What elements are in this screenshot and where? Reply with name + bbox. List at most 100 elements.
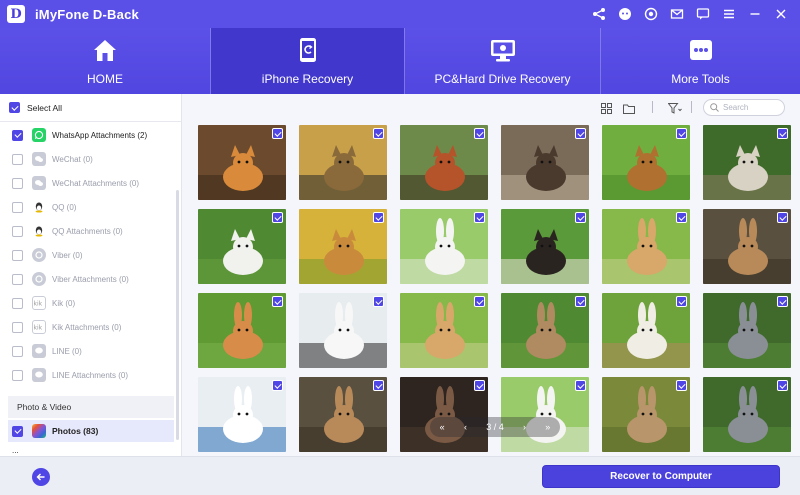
photo-thumbnail[interactable]: [501, 125, 589, 200]
item-checkbox[interactable]: [12, 369, 23, 381]
target-icon[interactable]: [640, 3, 662, 25]
sidebar-item-kik[interactable]: kik Kik (0): [0, 291, 174, 315]
photo-checkbox[interactable]: [373, 380, 384, 391]
photo-thumbnail[interactable]: [198, 293, 286, 368]
photo-checkbox[interactable]: [272, 128, 283, 139]
photo-checkbox[interactable]: [676, 296, 687, 307]
item-checkbox[interactable]: [12, 201, 23, 213]
sidebar-item-qq[interactable]: QQ (0): [0, 195, 174, 219]
close-icon[interactable]: [770, 3, 792, 25]
minimize-icon[interactable]: [744, 3, 766, 25]
photo-thumbnail[interactable]: [299, 125, 387, 200]
photo-checkbox[interactable]: [272, 380, 283, 391]
photo-thumbnail[interactable]: [198, 125, 286, 200]
select-all-checkbox[interactable]: Select All: [9, 102, 62, 113]
item-checkbox[interactable]: [12, 249, 23, 261]
mail-icon[interactable]: [666, 3, 688, 25]
photo-thumbnail[interactable]: [198, 209, 286, 284]
item-checkbox[interactable]: [12, 297, 23, 309]
filter-icon[interactable]: [668, 101, 682, 115]
photo-checkbox[interactable]: [575, 212, 586, 223]
photo-thumbnail[interactable]: [703, 125, 791, 200]
photo-checkbox[interactable]: [676, 380, 687, 391]
photo-thumbnail[interactable]: [602, 209, 690, 284]
photo-checkbox[interactable]: [474, 296, 485, 307]
photo-checkbox[interactable]: [575, 128, 586, 139]
photo-thumbnail[interactable]: [400, 293, 488, 368]
tab-home[interactable]: HOME: [0, 28, 210, 94]
item-checkbox[interactable]: [12, 345, 23, 357]
item-checkbox[interactable]: [12, 321, 23, 333]
photo-checkbox[interactable]: [777, 296, 788, 307]
item-checkbox[interactable]: [12, 129, 23, 141]
item-checkbox[interactable]: [12, 225, 23, 237]
item-checkbox[interactable]: [12, 153, 23, 165]
photo-checkbox[interactable]: [575, 380, 586, 391]
sidebar-item-label: Kik (0): [52, 298, 76, 308]
photo-checkbox[interactable]: [272, 212, 283, 223]
photo-thumbnail[interactable]: [501, 377, 589, 452]
photo-thumbnail[interactable]: [299, 209, 387, 284]
item-checkbox[interactable]: [12, 177, 23, 189]
photo-checkbox[interactable]: [777, 128, 788, 139]
photo-thumbnail[interactable]: [299, 293, 387, 368]
folder-icon[interactable]: [622, 101, 636, 115]
photo-thumbnail[interactable]: [400, 377, 488, 452]
sidebar-item-qq-attachments[interactable]: QQ Attachments (0): [0, 219, 174, 243]
photo-checkbox[interactable]: [676, 212, 687, 223]
tab-iphone-recovery[interactable]: iPhone Recovery: [211, 28, 404, 94]
sidebar-item-wechat-attachments[interactable]: WeChat Attachments (0): [0, 171, 174, 195]
sidebar-item-viber[interactable]: Viber (0): [0, 243, 174, 267]
photo-thumbnail[interactable]: [198, 377, 286, 452]
photo-checkbox[interactable]: [575, 296, 586, 307]
tab-pc-hard-drive-recovery[interactable]: PC&Hard Drive Recovery: [405, 28, 600, 94]
photo-thumbnail[interactable]: [602, 293, 690, 368]
search-input[interactable]: [723, 103, 779, 112]
sidebar-item-line-attachments[interactable]: LINE Attachments (0): [0, 363, 174, 387]
photo-checkbox[interactable]: [474, 128, 485, 139]
photo-thumbnail[interactable]: [299, 377, 387, 452]
photo-checkbox[interactable]: [474, 212, 485, 223]
photo-thumbnail[interactable]: [400, 209, 488, 284]
item-checkbox[interactable]: [12, 273, 23, 285]
photo-thumbnail[interactable]: [501, 209, 589, 284]
sidebar-item-wechat[interactable]: WeChat (0): [0, 147, 174, 171]
item-checkbox[interactable]: [12, 425, 23, 437]
photo-thumbnail[interactable]: [602, 125, 690, 200]
support-icon[interactable]: [614, 3, 636, 25]
photo-thumbnail[interactable]: [703, 377, 791, 452]
photo-checkbox[interactable]: [373, 296, 384, 307]
sidebar-item-whatsapp-attachments[interactable]: WhatsApp Attachments (2): [0, 123, 174, 147]
photo-checkbox[interactable]: [373, 128, 384, 139]
sidebar-divider: [0, 121, 181, 122]
grid-view-icon[interactable]: [599, 101, 613, 115]
photo-checkbox[interactable]: [474, 380, 485, 391]
photo-thumbnail[interactable]: [602, 377, 690, 452]
photo-checkbox[interactable]: [373, 212, 384, 223]
photo-thumbnail[interactable]: [501, 293, 589, 368]
tab-more-tools[interactable]: More Tools: [601, 28, 800, 94]
sidebar-scrollbar[interactable]: [176, 190, 179, 440]
select-all-check[interactable]: [9, 102, 20, 113]
photo-thumbnail[interactable]: [703, 209, 791, 284]
back-button[interactable]: [32, 468, 50, 486]
photo-checkbox[interactable]: [777, 212, 788, 223]
photo-checkbox[interactable]: [272, 296, 283, 307]
sidebar-item-kik-attachments[interactable]: kik Kik Attachments (0): [0, 315, 174, 339]
search-box[interactable]: [703, 99, 785, 116]
photo-checkbox[interactable]: [777, 380, 788, 391]
photo-thumbnail[interactable]: [703, 293, 791, 368]
last-page-button[interactable]: »: [545, 422, 550, 432]
recover-to-computer-button[interactable]: Recover to Computer: [542, 465, 780, 488]
menu-icon[interactable]: [718, 3, 740, 25]
sidebar-item-viber-attachments[interactable]: Viber Attachments (0): [0, 267, 174, 291]
photo-thumbnail[interactable]: [400, 125, 488, 200]
photo-checkbox[interactable]: [676, 128, 687, 139]
prev-page-button[interactable]: ‹: [464, 422, 467, 432]
sidebar-item-line[interactable]: LINE (0): [0, 339, 174, 363]
chat-icon[interactable]: [692, 3, 714, 25]
first-page-button[interactable]: «: [440, 422, 445, 432]
next-page-button[interactable]: ›: [523, 422, 526, 432]
sidebar-item-photos[interactable]: Photos (83): [8, 420, 174, 442]
share-icon[interactable]: [588, 3, 610, 25]
